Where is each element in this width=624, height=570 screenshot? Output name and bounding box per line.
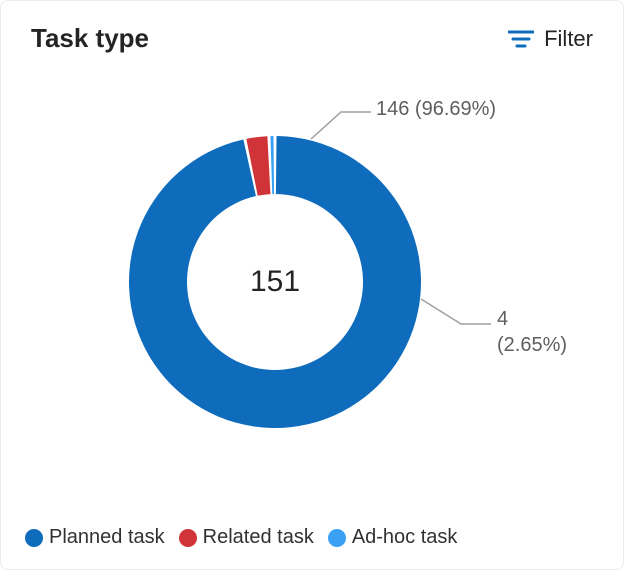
legend-item-related[interactable]: Related task <box>179 526 314 549</box>
callout-right-value: 4 <box>497 308 508 331</box>
legend-label: Related task <box>203 526 314 549</box>
filter-icon <box>508 29 534 49</box>
card-title: Task type <box>31 23 149 54</box>
card-header: Task type Filter <box>1 1 623 64</box>
legend-item-planned[interactable]: Planned task <box>25 526 165 549</box>
donut-slice[interactable] <box>129 136 421 428</box>
legend-swatch <box>179 529 197 547</box>
legend: Planned task Related task Ad-hoc task <box>25 526 599 549</box>
task-type-card: Task type Filter 146 (96.69%) 4 (2.65%) <box>0 0 624 570</box>
legend-swatch <box>328 529 346 547</box>
donut-chart: 151 <box>129 136 421 428</box>
chart-area: 146 (96.69%) 4 (2.65%) 151 <box>1 64 623 484</box>
callout-top: 146 (96.69%) <box>376 98 496 121</box>
legend-label: Ad-hoc task <box>352 526 458 549</box>
donut-slice[interactable] <box>270 136 274 194</box>
filter-button[interactable]: Filter <box>508 26 593 52</box>
legend-label: Planned task <box>49 526 165 549</box>
callout-right-percent: (2.65%) <box>497 334 567 357</box>
legend-item-adhoc[interactable]: Ad-hoc task <box>328 526 458 549</box>
filter-label: Filter <box>544 26 593 52</box>
legend-swatch <box>25 529 43 547</box>
